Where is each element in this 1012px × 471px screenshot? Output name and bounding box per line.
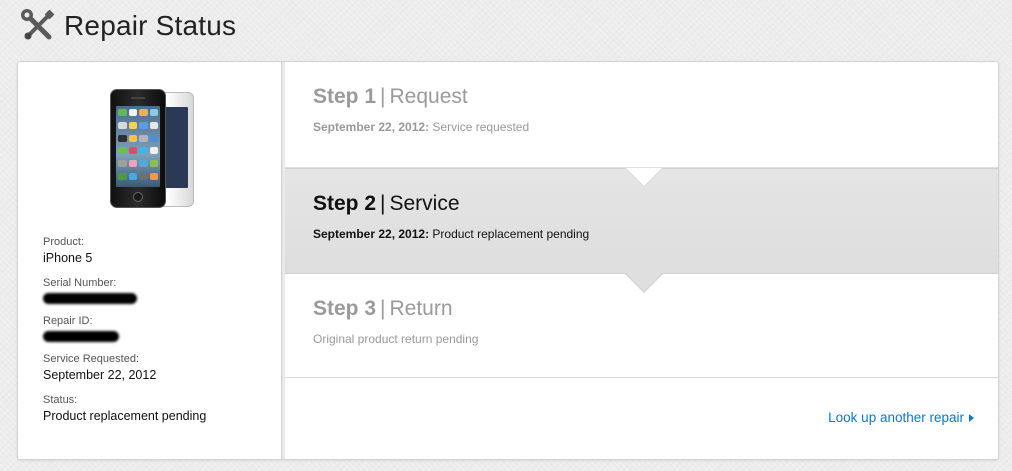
product-panel: Product: iPhone 5 Serial Number: Repair …: [18, 62, 281, 459]
step-detail: Service requested: [432, 120, 530, 134]
field-label: Service Requested:: [43, 353, 139, 365]
step-name: Request: [389, 85, 468, 108]
page-title: Repair Status: [64, 10, 237, 41]
active-step-notch-top-fill: [626, 168, 662, 186]
lookup-link-label: Look up another repair: [828, 410, 964, 425]
chevron-right-icon: [969, 414, 974, 422]
tools-icon: [21, 9, 55, 40]
repair-id-field: Repair ID:: [43, 314, 263, 342]
step-name: Service: [389, 192, 460, 215]
iphone-5-image: [110, 89, 196, 209]
step-request: Step 1 | Request September 22, 2012: Servi…: [285, 62, 998, 168]
step-detail: Original product return pending: [313, 332, 479, 346]
step-status: September 22, 2012: Product replacement …: [313, 227, 998, 241]
step-separator: |: [380, 297, 386, 320]
page-header: Repair Status: [20, 6, 236, 46]
step-separator: |: [380, 192, 386, 215]
field-value: iPhone 5: [43, 251, 93, 265]
step-title: Step 2 | Service: [313, 191, 998, 217]
field-value: Product replacement pending: [43, 409, 207, 423]
field-label: Status:: [43, 394, 78, 406]
field-label: Serial Number:: [43, 277, 117, 289]
lookup-another-repair-link[interactable]: Look up another repair: [828, 410, 974, 425]
step-number: Step 1: [313, 85, 377, 108]
step-status: September 22, 2012: Service requested: [313, 120, 998, 134]
active-step-notch-bottom-fill: [626, 273, 662, 291]
step-status: Original product return pending: [313, 332, 998, 346]
status-field: Status: Product replacement pending: [43, 393, 263, 424]
step-number: Step 2: [313, 192, 377, 215]
step-number: Step 3: [313, 297, 377, 320]
service-requested-field: Service Requested: September 22, 2012: [43, 352, 263, 383]
product-details: Product: iPhone 5 Serial Number: Repair …: [43, 235, 263, 434]
repair-steps: Step 1 | Request September 22, 2012: Servi…: [285, 62, 998, 378]
field-label: Product:: [43, 236, 84, 248]
field-label: Repair ID:: [43, 315, 93, 327]
step-detail: Product replacement pending: [432, 227, 590, 241]
step-title: Step 3 | Return: [313, 296, 998, 322]
redacted-value: [43, 293, 137, 304]
step-title: Step 1 | Request: [313, 84, 998, 110]
product-field: Product: iPhone 5: [43, 235, 263, 266]
step-date: September 22, 2012:: [313, 120, 430, 134]
step-date: September 22, 2012:: [313, 227, 430, 241]
step-name: Return: [389, 297, 453, 320]
field-value: September 22, 2012: [43, 368, 157, 382]
serial-number-field: Serial Number:: [43, 276, 263, 304]
redacted-value: [43, 331, 119, 342]
repair-panel: Product: iPhone 5 Serial Number: Repair …: [17, 61, 999, 460]
step-separator: |: [380, 85, 386, 108]
